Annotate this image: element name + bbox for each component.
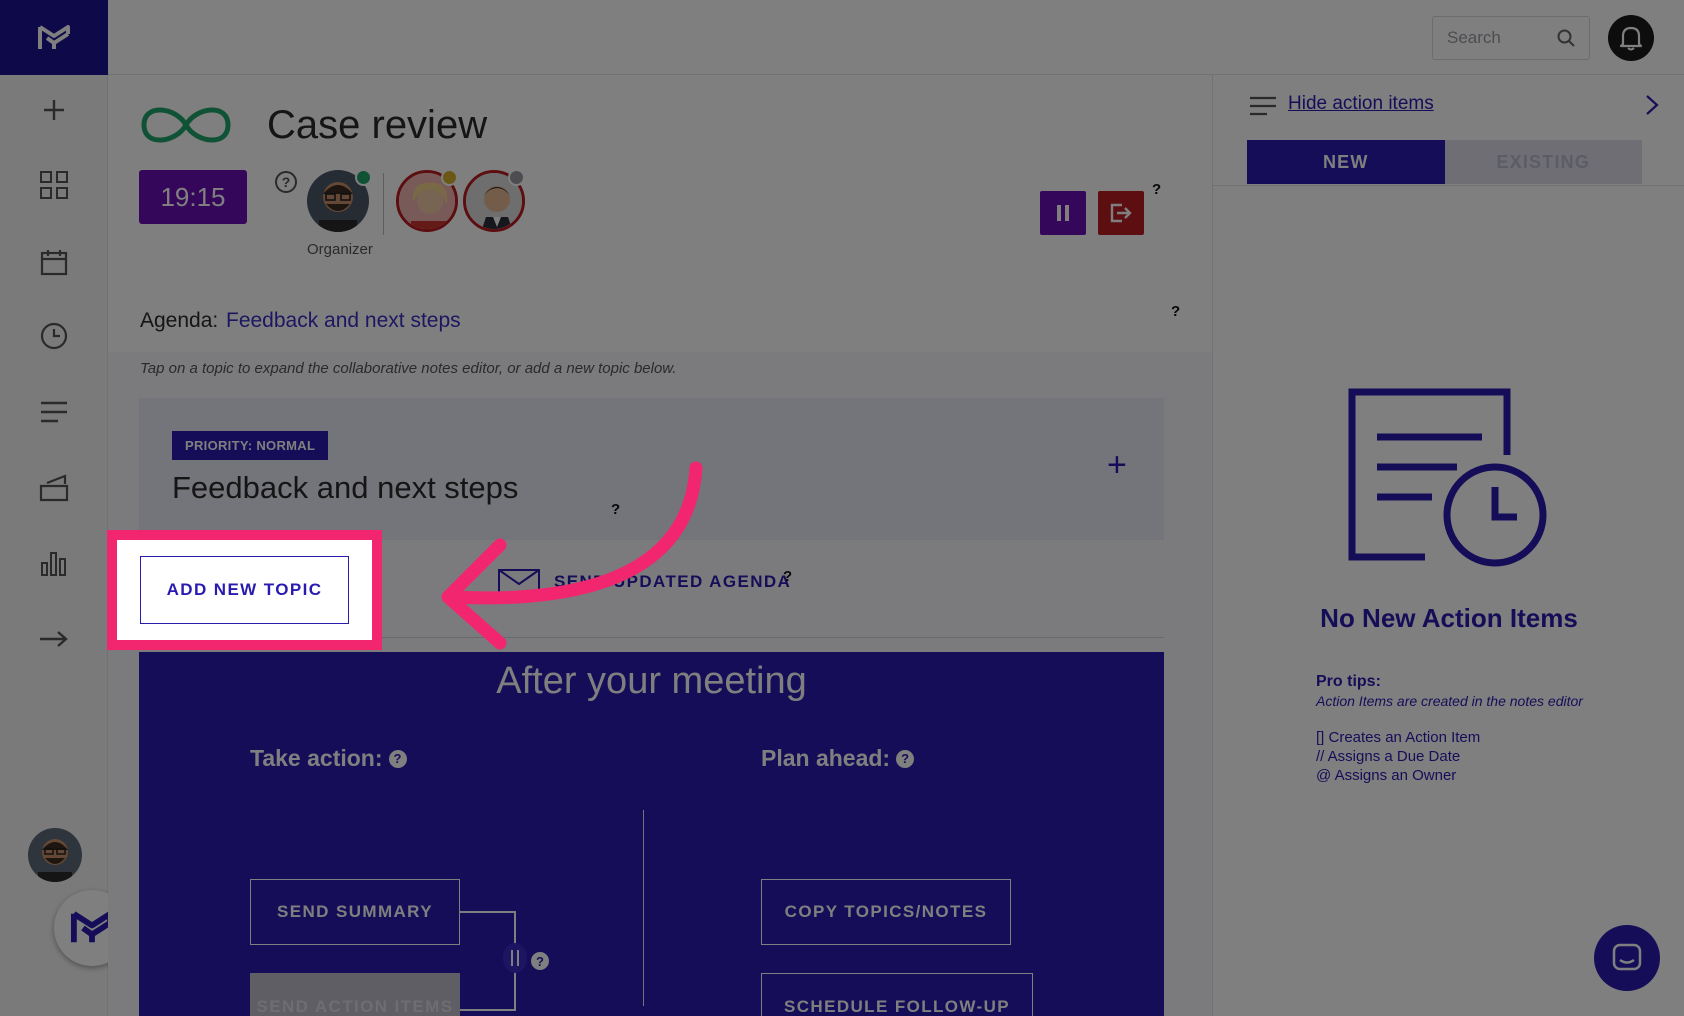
pro-tip: // Assigns a Due Date [1316,748,1461,765]
topic-title: Feedback and next steps [172,470,519,505]
chat-icon [1612,943,1642,971]
expand-topic-icon[interactable]: + [1107,446,1127,485]
help-icon[interactable]: ? [783,568,792,585]
infinity-icon [141,107,231,143]
send-updated-agenda-label: SEND UPDATED AGENDA [554,572,792,591]
left-sidebar: 4 [0,0,134,1016]
pro-tip: @ Assigns an Owner [1316,767,1457,784]
help-icon[interactable]: ? [531,952,549,970]
search-icon[interactable] [1557,29,1575,47]
chat-button[interactable] [1594,925,1660,991]
copy-topics-button[interactable]: COPY TOPICS/NOTES [761,879,1011,945]
pro-tips-title: Pro tips: [1316,673,1381,690]
topics-hint: Tap on a topic to expand the collaborati… [140,360,677,377]
take-action-heading: Take action: ? [250,745,407,772]
dashboard-icon[interactable] [34,165,74,205]
arrow-right-icon[interactable] [34,619,74,659]
add-new-topic-button[interactable]: ADD NEW TOPIC [140,556,349,624]
logo-icon [38,24,70,49]
divider [1213,185,1684,186]
briefcase-icon[interactable] [34,468,74,508]
chart-icon[interactable] [34,543,74,583]
chevron-right-icon[interactable] [1644,93,1660,117]
after-meeting-title: After your meeting [496,660,807,702]
tab-new[interactable]: NEW [1247,140,1445,184]
status-away [441,169,458,186]
agenda-link[interactable]: Feedback and next steps [226,309,461,333]
send-summary-button[interactable]: SEND SUMMARY [250,879,460,945]
status-online [355,169,372,186]
agenda-label: Agenda: [140,309,219,332]
priority-badge: PRIORITY: NORMAL [172,431,329,460]
after-meeting-panel: After your meeting Take action: ? Plan a… [139,652,1164,1016]
send-action-items-button[interactable]: SEND ACTION ITEMS [250,973,460,1016]
pause-button[interactable] [1040,191,1086,235]
plus-icon[interactable] [34,90,74,130]
empty-state-title: No New Action Items [1320,603,1578,633]
meeting-title: Case review [267,103,488,147]
help-icon[interactable]: ? [611,501,620,518]
topic-card[interactable]: PRIORITY: NORMAL Feedback and next steps… [139,398,1164,540]
action-items-icon [1348,388,1547,567]
divider [383,173,384,235]
action-items-panel: Hide action items NEW EXISTING No New Ac… [1212,75,1684,1016]
pause-icon [1057,205,1069,221]
search-input[interactable] [1447,28,1557,48]
end-meeting-button[interactable] [1098,191,1144,235]
user-avatar[interactable] [28,828,82,882]
status-offline [508,169,525,186]
list-icon[interactable] [34,392,74,432]
search-box[interactable] [1432,16,1590,60]
calendar-icon[interactable] [34,242,74,282]
organizer-label: Organizer [307,241,373,258]
schedule-follow-up-button[interactable]: SCHEDULE FOLLOW-UP [761,973,1033,1016]
tab-existing[interactable]: EXISTING [1444,140,1642,184]
take-action-label: Take action: [250,745,383,771]
link-icon[interactable] [502,941,528,975]
send-updated-agenda-button[interactable]: SEND UPDATED AGENDA [498,568,791,596]
bell-icon [1619,26,1643,51]
divider [643,810,644,1006]
plan-ahead-heading: Plan ahead: ? [761,745,915,772]
action-items-tabs: NEW EXISTING [1247,140,1642,184]
clock-icon[interactable] [34,316,74,356]
envelope-icon [498,569,540,595]
pro-tip: [] Creates an Action Item [1316,729,1481,746]
notifications-button[interactable] [1608,15,1654,61]
help-icon[interactable]: ? [1152,181,1161,198]
logo[interactable] [0,0,108,75]
help-icon[interactable]: ? [388,749,407,768]
exit-icon [1110,203,1132,223]
plan-ahead-label: Plan ahead: [761,745,891,771]
help-icon[interactable]: ? [896,749,915,768]
help-icon[interactable]: ? [1171,303,1180,320]
meeting-timer: 19:15 [139,170,247,224]
pro-tips-subtitle: Action Items are created in the notes ed… [1316,693,1583,709]
help-icon[interactable]: ? [275,171,297,193]
menu-icon[interactable] [1249,95,1277,117]
hide-action-items-link[interactable]: Hide action items [1288,93,1434,115]
pro-tips: Pro tips: Action Items are created in th… [1316,673,1583,784]
